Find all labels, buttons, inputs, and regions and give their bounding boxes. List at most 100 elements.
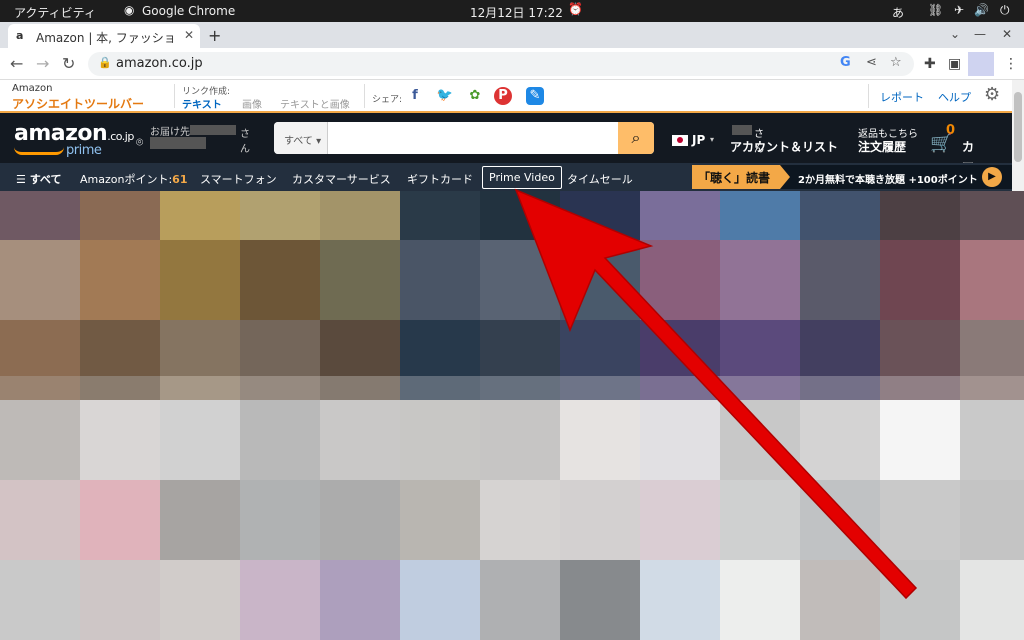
mosaic-tile — [80, 320, 160, 376]
mosaic-tile — [400, 400, 480, 480]
activities-button[interactable]: アクティビティ — [14, 4, 96, 21]
search-category-select[interactable]: すべて ▾ — [274, 122, 328, 154]
mosaic-tile — [640, 240, 720, 320]
minimize-icon[interactable]: — — [974, 27, 986, 41]
mosaic-tile — [80, 191, 160, 240]
tab-close-icon[interactable]: ✕ — [184, 28, 194, 42]
divider — [174, 84, 175, 108]
search-bar: すべて ▾ ⌕ — [274, 122, 654, 154]
report-link[interactable]: レポート — [880, 89, 924, 105]
all-menu-button[interactable]: ☰ すべて — [16, 171, 62, 187]
alarm-icon: ⏰ — [568, 2, 583, 16]
pinterest-icon[interactable]: P — [494, 87, 512, 105]
nav-points[interactable]: Amazonポイント:61 — [80, 171, 187, 187]
mosaic-tile — [720, 240, 800, 320]
menu-icon[interactable]: ⋮ — [1004, 56, 1018, 72]
mosaic-tile — [0, 400, 80, 480]
address-bar[interactable]: 🔒 amazon.co.jp G ⋖ ☆ — [88, 52, 914, 76]
twitter-icon[interactable]: 🐦 — [436, 87, 454, 105]
mosaic-tile — [240, 191, 320, 240]
power-icon[interactable]: ⏻ — [1000, 3, 1010, 18]
amazon-logo[interactable]: amazon.co.jp prime — [14, 121, 134, 158]
link-text-option[interactable]: テキスト — [182, 96, 222, 111]
audible-promo-banner[interactable]: 「聴く」読書 2か月無料で本聴き放題 +100ポイント ▶ — [692, 165, 1012, 189]
tab-amazon[interactable]: a Amazon | 本, ファッション, 家電から食品まで | アマゾン ✕ — [8, 24, 200, 48]
nav-smartphone[interactable]: スマートフォン — [200, 171, 277, 187]
mosaic-tile — [0, 191, 80, 240]
nav-prime-video[interactable]: Prime Video — [482, 166, 562, 189]
mosaic-tile — [960, 400, 1024, 480]
mosaic-tile — [160, 480, 240, 560]
airplane-icon[interactable]: ✈ — [954, 3, 964, 17]
profile-avatar[interactable] — [968, 52, 994, 76]
system-top-bar: アクティビティ ◉ Google Chrome 12月12日 17:22 ⏰ あ… — [0, 0, 1024, 22]
reload-icon[interactable]: ↻ — [62, 54, 75, 73]
nav-customer-service[interactable]: カスタマーサービス — [292, 171, 391, 187]
extensions-icon[interactable]: ✚ — [924, 56, 936, 72]
forward-icon[interactable]: → — [36, 54, 49, 73]
mosaic-tile — [720, 400, 800, 480]
mosaic-tile — [560, 400, 640, 480]
link-image-option[interactable]: 画像 — [242, 96, 262, 111]
ime-indicator[interactable]: あ — [892, 4, 904, 21]
mosaic-tile — [720, 376, 800, 400]
mosaic-tile — [880, 240, 960, 320]
network-icon[interactable]: ⛓ — [928, 3, 943, 17]
mosaic-tile — [0, 240, 80, 320]
lang-chevron-icon: ▾ — [710, 135, 715, 144]
blog-feather-icon[interactable]: ✎ — [526, 87, 544, 105]
scrollbar-thumb[interactable] — [1014, 92, 1022, 162]
facebook-icon[interactable]: f — [406, 87, 424, 105]
mosaic-tile — [720, 480, 800, 560]
mosaic-tile — [320, 560, 400, 640]
assoc-brand-name[interactable]: アソシエイトツールバー — [12, 95, 144, 112]
mosaic-tile — [480, 320, 560, 376]
volume-icon[interactable]: 🔊 — [974, 3, 989, 17]
mosaic-tile — [560, 560, 640, 640]
language-selector[interactable]: JP — [692, 133, 705, 147]
close-window-icon[interactable]: ✕ — [1002, 27, 1012, 41]
clock[interactable]: 12月12日 17:22 — [470, 4, 563, 21]
mosaic-tile — [480, 376, 560, 400]
blog-frog-icon[interactable]: ✿ — [466, 87, 484, 105]
back-icon[interactable]: ← — [10, 54, 23, 73]
mosaic-tile — [400, 320, 480, 376]
help-link[interactable]: ヘルプ — [938, 89, 971, 105]
mosaic-tile — [160, 376, 240, 400]
associates-toolbar: Amazon アソシエイトツールバー リンク作成: テキスト 画像 テキストと画… — [0, 80, 1012, 113]
search-icon[interactable]: ⌕ — [618, 122, 654, 154]
logo-tld: .co.jp — [107, 130, 134, 143]
mosaic-tile — [560, 480, 640, 560]
mosaic-tile — [0, 376, 80, 400]
mosaic-tile — [880, 560, 960, 640]
google-icon[interactable]: G — [840, 55, 851, 70]
mosaic-tile — [320, 240, 400, 320]
app-name[interactable]: Google Chrome — [142, 4, 235, 18]
tab-search-icon[interactable]: ⌄ — [950, 27, 960, 41]
bookmark-star-icon[interactable]: ☆ — [890, 55, 902, 70]
hamburger-icon: ☰ — [16, 173, 30, 186]
mosaic-tile — [560, 191, 640, 240]
new-tab-icon[interactable]: + — [208, 26, 221, 45]
mosaic-tile — [80, 400, 160, 480]
gear-icon[interactable]: ⚙ — [984, 84, 1000, 105]
amazon-favicon-icon: a — [16, 29, 24, 42]
mosaic-tile — [800, 240, 880, 320]
link-text-image-option[interactable]: テキストと画像 — [280, 96, 350, 111]
lock-icon[interactable]: 🔒 — [98, 56, 112, 69]
browser-toolbar: ← → ↻ 🔒 amazon.co.jp G ⋖ ☆ ✚ ▣ ⋮ — [0, 48, 1024, 80]
smile-icon — [14, 147, 64, 155]
japan-flag-icon[interactable] — [672, 135, 688, 146]
redacted-address — [150, 137, 206, 149]
share-icon[interactable]: ⋖ — [866, 55, 877, 70]
location-pin-icon: ⌾ — [136, 135, 144, 149]
mosaic-tile — [960, 480, 1024, 560]
url-text[interactable]: amazon.co.jp — [116, 56, 203, 71]
side-panel-icon[interactable]: ▣ — [948, 56, 961, 72]
redacted-account-name — [732, 125, 752, 135]
nav-timesale[interactable]: タイムセール — [567, 171, 633, 187]
mosaic-tile — [560, 376, 640, 400]
nav-gift-card[interactable]: ギフトカード — [407, 171, 473, 187]
mosaic-tile — [560, 320, 640, 376]
mosaic-tile — [960, 320, 1024, 376]
